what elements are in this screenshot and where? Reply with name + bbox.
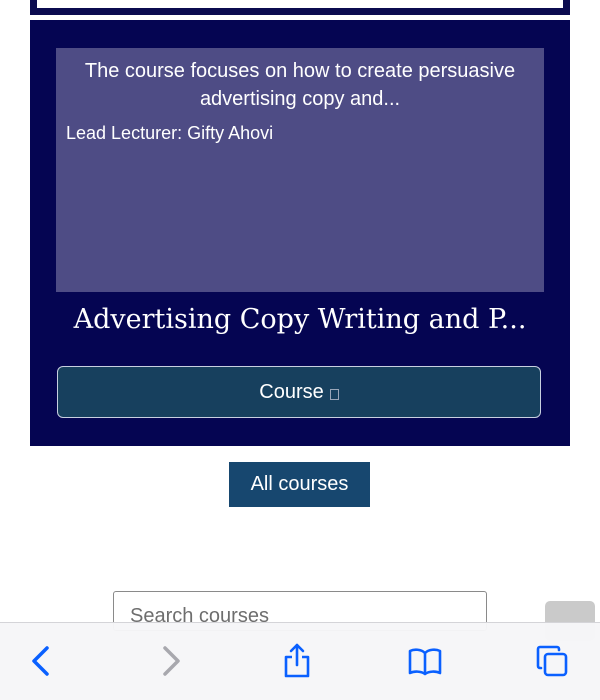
forward-button[interactable]: [147, 637, 195, 685]
share-button[interactable]: [273, 637, 321, 685]
course-summary-box: The course focuses on how to create pers…: [56, 48, 544, 292]
browser-toolbar: [0, 622, 600, 700]
course-summary: The course focuses on how to create pers…: [84, 60, 516, 110]
tabs-icon: [536, 645, 568, 677]
course-lecturer: Lead Lecturer: Gifty Ahovi: [66, 123, 274, 143]
bookmarks-icon: [408, 648, 442, 676]
forward-icon: [163, 646, 180, 676]
back-icon: [32, 646, 49, 676]
tabs-button[interactable]: [528, 637, 576, 685]
share-icon: [284, 643, 310, 678]
course-button[interactable]: Course: [57, 366, 541, 418]
previous-course-card-inner: [37, 0, 563, 8]
external-link-icon: [329, 388, 339, 400]
course-title[interactable]: Advertising Copy Writing and P...: [30, 299, 570, 341]
course-card: The course focuses on how to create pers…: [30, 20, 570, 446]
all-courses-button[interactable]: All courses: [229, 462, 370, 507]
back-button[interactable]: [17, 637, 65, 685]
bookmarks-button[interactable]: [401, 637, 449, 685]
page: The course focuses on how to create pers…: [0, 0, 600, 700]
course-button-label: Course: [259, 380, 324, 403]
